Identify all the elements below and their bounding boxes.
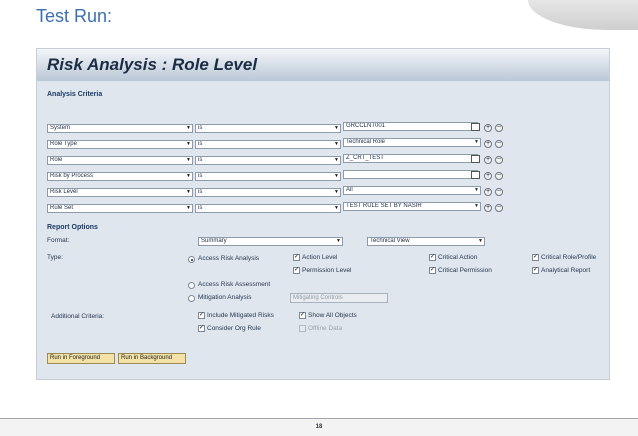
page-number: 18	[315, 424, 323, 430]
analytical-report-checkbox[interactable]: ✓	[532, 267, 539, 274]
add-row-icon[interactable]: +	[484, 188, 492, 196]
critical-role-profile-label: Critical Role/Profile	[541, 254, 597, 261]
multiple-selection-icon[interactable]	[471, 123, 480, 131]
criteria-value-input[interactable]: GRCCLNT001	[343, 122, 478, 131]
criteria-value-input[interactable]	[343, 170, 478, 179]
action-level-label: Action Level	[302, 254, 338, 261]
criteria-field-select[interactable]: Risk by Process ▼	[47, 172, 193, 181]
run-in-background-button[interactable]: Run in Background	[118, 353, 186, 364]
run-in-foreground-button[interactable]: Run in Foreground	[47, 353, 115, 364]
format-select[interactable]: Summary ▼	[198, 237, 343, 246]
risk-analysis-panel: Risk Analysis : Role Level Analysis Crit…	[36, 48, 610, 380]
slide-corner-decoration	[528, 0, 638, 30]
critical-permission-label: Critical Permission	[438, 267, 492, 274]
criteria-field-select[interactable]: System ▼	[47, 124, 193, 133]
criteria-operator-select[interactable]: is ▼	[195, 172, 341, 181]
mitigation-analysis-label: Mitigation Analysis	[198, 294, 252, 301]
slide-title: Test Run:	[36, 6, 113, 26]
add-row-icon[interactable]: +	[484, 204, 492, 212]
include-mitigated-checkbox[interactable]: ✓	[198, 312, 205, 319]
remove-row-icon[interactable]: −	[495, 124, 503, 132]
access-risk-analysis-radio[interactable]	[188, 256, 195, 263]
criteria-field-select[interactable]: Rule Set ▼	[47, 204, 193, 213]
criteria-operator-select[interactable]: is ▼	[195, 140, 341, 149]
remove-row-icon[interactable]: −	[495, 188, 503, 196]
access-risk-assessment-label: Access Risk Assessment	[198, 281, 271, 288]
analysis-criteria-heading: Analysis Criteria	[47, 91, 103, 98]
offline-data-label: Offline Data	[308, 325, 343, 332]
criteria-operator-select[interactable]: is ▼	[195, 204, 341, 213]
mitigating-controls-select[interactable]: Mitigating Controls	[290, 293, 388, 303]
additional-criteria-label: Additional Criteria:	[51, 313, 105, 320]
format-label: Format:	[47, 237, 70, 244]
criteria-field-select[interactable]: Role Type ▼	[47, 140, 193, 149]
type-label: Type:	[47, 254, 63, 261]
report-options-heading: Report Options	[47, 224, 98, 231]
access-risk-assessment-radio[interactable]	[188, 282, 195, 289]
add-row-icon[interactable]: +	[484, 140, 492, 148]
remove-row-icon[interactable]: −	[495, 204, 503, 212]
criteria-value-select[interactable]: TEST RULE SET BY NASIR ▼	[343, 202, 481, 211]
mitigation-analysis-radio[interactable]	[188, 295, 195, 302]
multiple-selection-icon[interactable]	[471, 155, 480, 163]
remove-row-icon[interactable]: −	[495, 172, 503, 180]
analytical-report-label: Analytical Report	[541, 267, 591, 274]
critical-action-checkbox[interactable]: ✓	[429, 254, 436, 261]
criteria-value-input[interactable]: Z_CRT_TEST	[343, 154, 478, 163]
criteria-operator-select[interactable]: is ▼	[195, 188, 341, 197]
multiple-selection-icon[interactable]	[471, 171, 480, 179]
view-select[interactable]: Technical View ▼	[367, 237, 485, 246]
critical-permission-checkbox[interactable]: ✓	[429, 267, 436, 274]
access-risk-analysis-label: Access Risk Analysis	[198, 255, 260, 262]
critical-role-profile-checkbox[interactable]: ✓	[532, 254, 539, 261]
remove-row-icon[interactable]: −	[495, 140, 503, 148]
add-row-icon[interactable]: +	[484, 156, 492, 164]
criteria-operator-select[interactable]: is ▼	[195, 156, 341, 165]
add-row-icon[interactable]: +	[484, 124, 492, 132]
permission-level-label: Permission Level	[302, 267, 352, 274]
add-row-icon[interactable]: +	[484, 172, 492, 180]
action-level-checkbox[interactable]: ✓	[293, 254, 300, 261]
criteria-value-select[interactable]: Technical Role ▼	[343, 138, 481, 147]
consider-org-rule-checkbox[interactable]: ✓	[198, 325, 205, 332]
remove-row-icon[interactable]: −	[495, 156, 503, 164]
criteria-operator-select[interactable]: is ▼	[195, 124, 341, 133]
offline-data-checkbox[interactable]	[299, 325, 306, 332]
panel-title: Risk Analysis : Role Level	[47, 55, 258, 74]
criteria-field-select[interactable]: Risk Level ▼	[47, 188, 193, 197]
criteria-field-select[interactable]: Role ▼	[47, 156, 193, 165]
permission-level-checkbox[interactable]: ✓	[293, 267, 300, 274]
consider-org-rule-label: Consider Org Rule	[207, 325, 261, 332]
show-all-objects-label: Show All Objects	[308, 312, 357, 319]
critical-action-label: Critical Action	[438, 254, 478, 261]
show-all-objects-checkbox[interactable]: ✓	[299, 312, 306, 319]
include-mitigated-label: Include Mitigated Risks	[207, 312, 274, 319]
panel-header: Risk Analysis : Role Level	[37, 49, 609, 81]
criteria-value-select[interactable]: All ▼	[343, 186, 481, 195]
